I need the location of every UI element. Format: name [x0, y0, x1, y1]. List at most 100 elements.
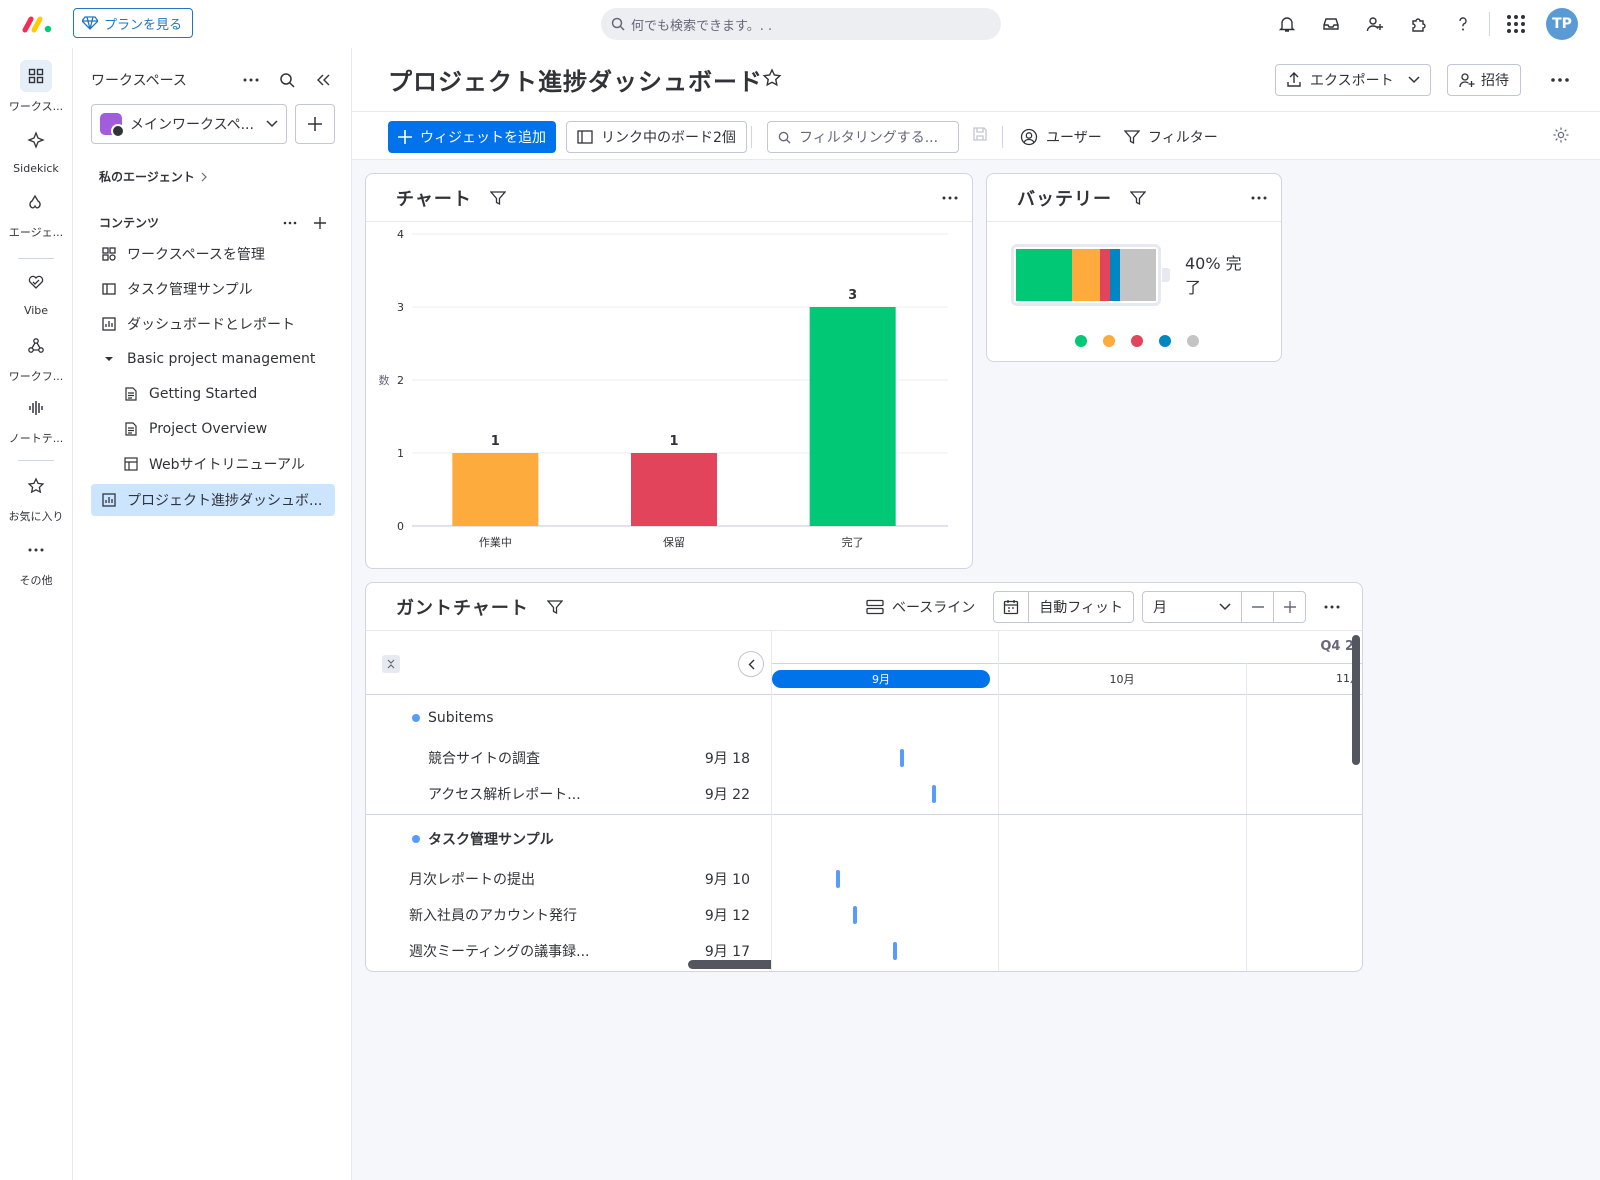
more-icon[interactable] — [275, 221, 305, 225]
filter-button[interactable]: フィルター — [1124, 121, 1218, 153]
scale-select-value: 月 — [1153, 599, 1167, 616]
gear-icon[interactable] — [1552, 126, 1570, 144]
favorite-star-icon[interactable] — [762, 68, 782, 88]
collapse-all-icon[interactable] — [382, 655, 400, 673]
chevron-down-icon — [266, 120, 278, 128]
filter-funnel-icon[interactable] — [1130, 190, 1146, 206]
save-view-icon[interactable] — [972, 126, 988, 142]
sidebar-item-web-renewal[interactable]: Webサイトリニューアル — [91, 448, 335, 480]
sidebar-item-progress-dashboard[interactable]: プロジェクト進捗ダッシュボ... — [91, 484, 335, 516]
gantt-bar[interactable] — [836, 870, 840, 888]
add-item-button[interactable] — [295, 104, 335, 144]
person-filter-button[interactable]: ユーザー — [1020, 121, 1102, 153]
sidebar-item-project-overview[interactable]: Project Overview — [91, 413, 335, 445]
rail-label: Vibe — [23, 304, 49, 317]
invite-members-icon[interactable] — [1353, 8, 1397, 40]
rail-item-vibe[interactable]: Vibe — [0, 266, 72, 317]
rail-item-agents[interactable]: エージェ... — [0, 186, 72, 240]
my-agents-label: 私のエージェント — [99, 170, 195, 184]
battery-segment — [1016, 249, 1072, 301]
bell-icon[interactable] — [1265, 8, 1309, 40]
plus-icon[interactable] — [305, 216, 335, 230]
sidebar-item-task-sample[interactable]: タスク管理サンプル — [91, 273, 335, 305]
baseline-button[interactable]: ベースライン — [866, 597, 975, 617]
horizontal-scrollbar[interactable] — [688, 960, 771, 969]
monday-logo[interactable] — [22, 14, 54, 34]
my-agents-link[interactable]: 私のエージェント — [99, 168, 207, 185]
global-search[interactable]: 何でも検索できます。. . — [601, 8, 1001, 40]
filter-funnel-icon[interactable] — [489, 190, 506, 206]
gantt-row[interactable]: アクセス解析レポート... 9月 22 — [366, 776, 771, 812]
gantt-group-header[interactable]: タスク管理サンプル — [412, 828, 554, 850]
rail-item-workflows[interactable]: ワークフ... — [0, 330, 72, 384]
more-icon[interactable] — [1251, 196, 1267, 200]
collapse-sidebar-icon[interactable] — [305, 66, 341, 94]
filter-funnel-icon[interactable] — [546, 599, 563, 615]
user-avatar[interactable]: TP — [1546, 8, 1578, 40]
legend-dot[interactable] — [1131, 335, 1143, 347]
gantt-bar[interactable] — [853, 906, 857, 924]
vertical-scrollbar[interactable] — [1352, 635, 1360, 765]
see-plans-button[interactable]: プランを見る — [73, 8, 194, 38]
zoom-out-button[interactable] — [1242, 590, 1274, 623]
gantt-bar[interactable] — [932, 785, 936, 803]
search-icon[interactable] — [269, 66, 305, 94]
zoom-in-button[interactable] — [1274, 590, 1306, 623]
legend-dot[interactable] — [1103, 335, 1115, 347]
x-tick-label: 保留 — [663, 535, 685, 549]
linked-boards-button[interactable]: リンク中のボード2個 — [566, 121, 747, 153]
gantt-row[interactable]: 新入社員のアカウント発行 9月 12 — [366, 897, 771, 933]
rail-divider — [18, 258, 54, 259]
top-bar: プランを見る 何でも検索できます。. . TP — [0, 0, 1600, 48]
person-circle-icon — [1020, 128, 1038, 146]
rail-item-notetaker[interactable]: ノートテ... — [0, 392, 72, 446]
more-icon[interactable] — [233, 66, 269, 94]
timeline-divider — [772, 663, 1362, 664]
global-search-placeholder: 何でも検索できます。. . — [631, 18, 773, 34]
sidebar-item-dashboards-reports[interactable]: ダッシュボードとレポート — [91, 308, 335, 340]
vibe-heart-icon — [20, 266, 52, 298]
filter-input[interactable]: フィルタリングする... — [767, 121, 959, 153]
more-icon[interactable] — [1316, 591, 1348, 623]
autofit-button[interactable]: 自動フィット — [1029, 590, 1134, 623]
legend-dot[interactable] — [1187, 335, 1199, 347]
rail-item-sidekick[interactable]: Sidekick — [0, 124, 72, 175]
rail-item-more[interactable]: その他 — [0, 534, 72, 588]
search-icon — [778, 131, 791, 144]
add-person-icon — [1459, 73, 1475, 88]
sidebar-folder-basic-pm[interactable]: Basic project management — [91, 343, 335, 375]
help-icon[interactable] — [1441, 8, 1485, 40]
rail-label: ワークス... — [8, 100, 64, 113]
add-widget-button[interactable]: ウィジェットを追加 — [388, 121, 556, 153]
rail-item-favorites[interactable]: お気に入り — [0, 470, 72, 524]
calendar-icon[interactable] — [993, 590, 1030, 623]
inbox-icon[interactable] — [1309, 8, 1353, 40]
invite-button[interactable]: 招待 — [1447, 64, 1521, 96]
bar — [452, 453, 539, 526]
x-tick-label: 作業中 — [479, 536, 512, 549]
gantt-bar[interactable] — [900, 749, 904, 767]
legend-dot[interactable] — [1159, 335, 1171, 347]
more-icon[interactable] — [942, 196, 958, 200]
scale-select[interactable]: 月 — [1142, 590, 1242, 623]
sidebar-item-label: Webサイトリニューアル — [149, 457, 305, 473]
board-doc-icon — [121, 454, 141, 474]
gantt-item-name: 月次レポートの提出 — [409, 872, 535, 888]
sidebar-item-getting-started[interactable]: Getting Started — [91, 378, 335, 410]
gantt-bar[interactable] — [893, 942, 897, 960]
gantt-group-header[interactable]: Subitems — [412, 707, 494, 729]
apps-grid-icon[interactable] — [1494, 8, 1538, 40]
legend-dot[interactable] — [1075, 335, 1087, 347]
workflows-icon — [20, 330, 52, 362]
rail-item-workspace[interactable]: ワークス... — [0, 60, 72, 114]
sidebar-item-label: Project Overview — [149, 421, 268, 437]
collapse-panel-button[interactable] — [738, 651, 764, 677]
gantt-row[interactable]: 月次レポートの提出 9月 10 — [366, 861, 771, 897]
workspace-selector[interactable]: メインワークスペ... — [91, 104, 287, 144]
export-button[interactable]: エクスポート — [1275, 64, 1431, 96]
gantt-row[interactable]: 競合サイトの調査 9月 18 — [366, 740, 771, 776]
sidebar-item-manage-workspace[interactable]: ワークスペースを管理 — [91, 238, 335, 270]
integrations-icon[interactable] — [1397, 8, 1441, 40]
dashboard-toolbar: ウィジェットを追加 リンク中のボード2個 フィルタリングする... ユーザー フ… — [352, 112, 1600, 160]
more-icon[interactable] — [1544, 68, 1576, 92]
